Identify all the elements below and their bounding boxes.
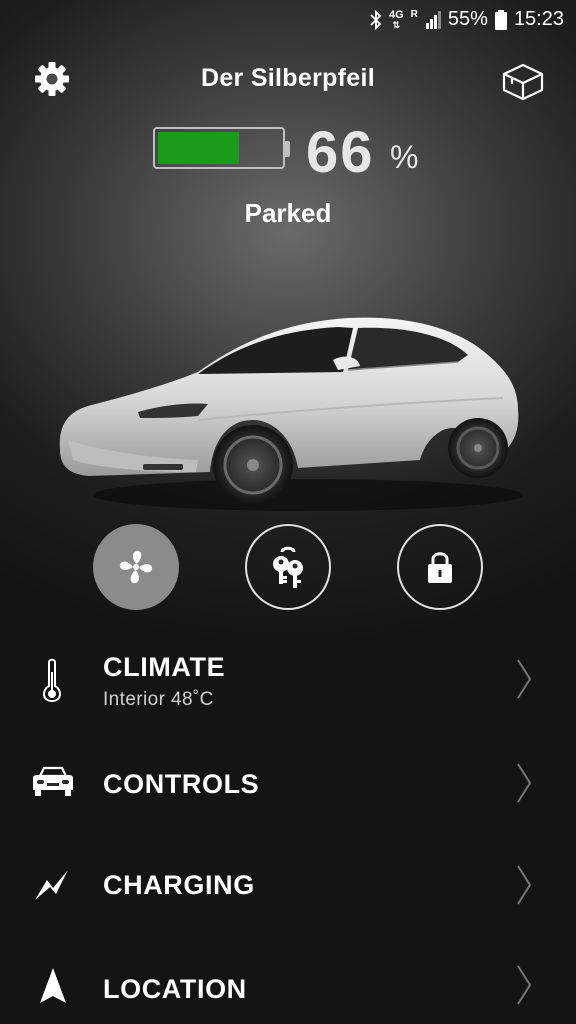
network-type: 4G <box>388 8 404 21</box>
fan-icon <box>119 550 153 584</box>
keys-icon <box>273 546 303 588</box>
controls-label: CONTROLS <box>103 769 260 799</box>
climate-fan-button[interactable] <box>93 524 179 610</box>
battery-percent-value: 66 <box>306 120 375 185</box>
battery-row: 66 % <box>0 120 576 185</box>
chevron-right-icon <box>517 659 532 699</box>
status-bar: 4G ⇅ R 55% 15:23 <box>0 0 576 40</box>
roaming-indicator: R <box>410 9 418 20</box>
lock-button[interactable] <box>397 524 483 610</box>
menu-item-climate[interactable]: CLIMATE Interior 48˚C <box>0 640 576 736</box>
menu-item-controls[interactable]: CONTROLS <box>0 742 576 838</box>
bluetooth-icon <box>370 9 382 30</box>
chevron-right-icon <box>517 965 532 1005</box>
status-icons: 4G ⇅ R 55% 15:23 <box>370 8 564 31</box>
signal-icon <box>425 10 441 29</box>
battery-gauge <box>153 127 285 169</box>
climate-label: CLIMATE <box>103 652 226 682</box>
battery-percent-text: 55% <box>447 8 488 30</box>
charging-label: CHARGING <box>103 870 255 900</box>
chevron-right-icon <box>517 865 532 905</box>
keys-button[interactable] <box>245 524 331 610</box>
vehicle-status: Parked <box>244 198 332 228</box>
chevron-right-icon <box>517 763 532 803</box>
battery-icon <box>494 9 507 30</box>
lightning-icon <box>35 870 68 900</box>
thermometer-icon <box>42 658 62 702</box>
battery-fill <box>158 132 239 164</box>
navigation-arrow-icon <box>40 968 66 1003</box>
car-front-icon <box>33 766 73 796</box>
menu-item-location[interactable]: LOCATION <box>0 926 576 1022</box>
vehicle-name: Der Silberpfeil <box>201 64 375 92</box>
battery-percent-sign: % <box>390 139 419 175</box>
battery-tip <box>284 141 290 157</box>
menu-item-charging[interactable]: CHARGING <box>0 842 576 938</box>
box-icon <box>502 63 544 101</box>
clock: 15:23 <box>513 8 564 30</box>
lock-icon <box>428 552 452 583</box>
climate-interior-temp: Interior 48˚C <box>103 689 214 710</box>
header: Der Silberpfeil <box>0 52 576 112</box>
location-label: LOCATION <box>103 974 247 1004</box>
frunk-button[interactable] <box>500 60 546 107</box>
network-indicator: 4G ⇅ <box>388 8 404 30</box>
car-image <box>59 317 523 511</box>
